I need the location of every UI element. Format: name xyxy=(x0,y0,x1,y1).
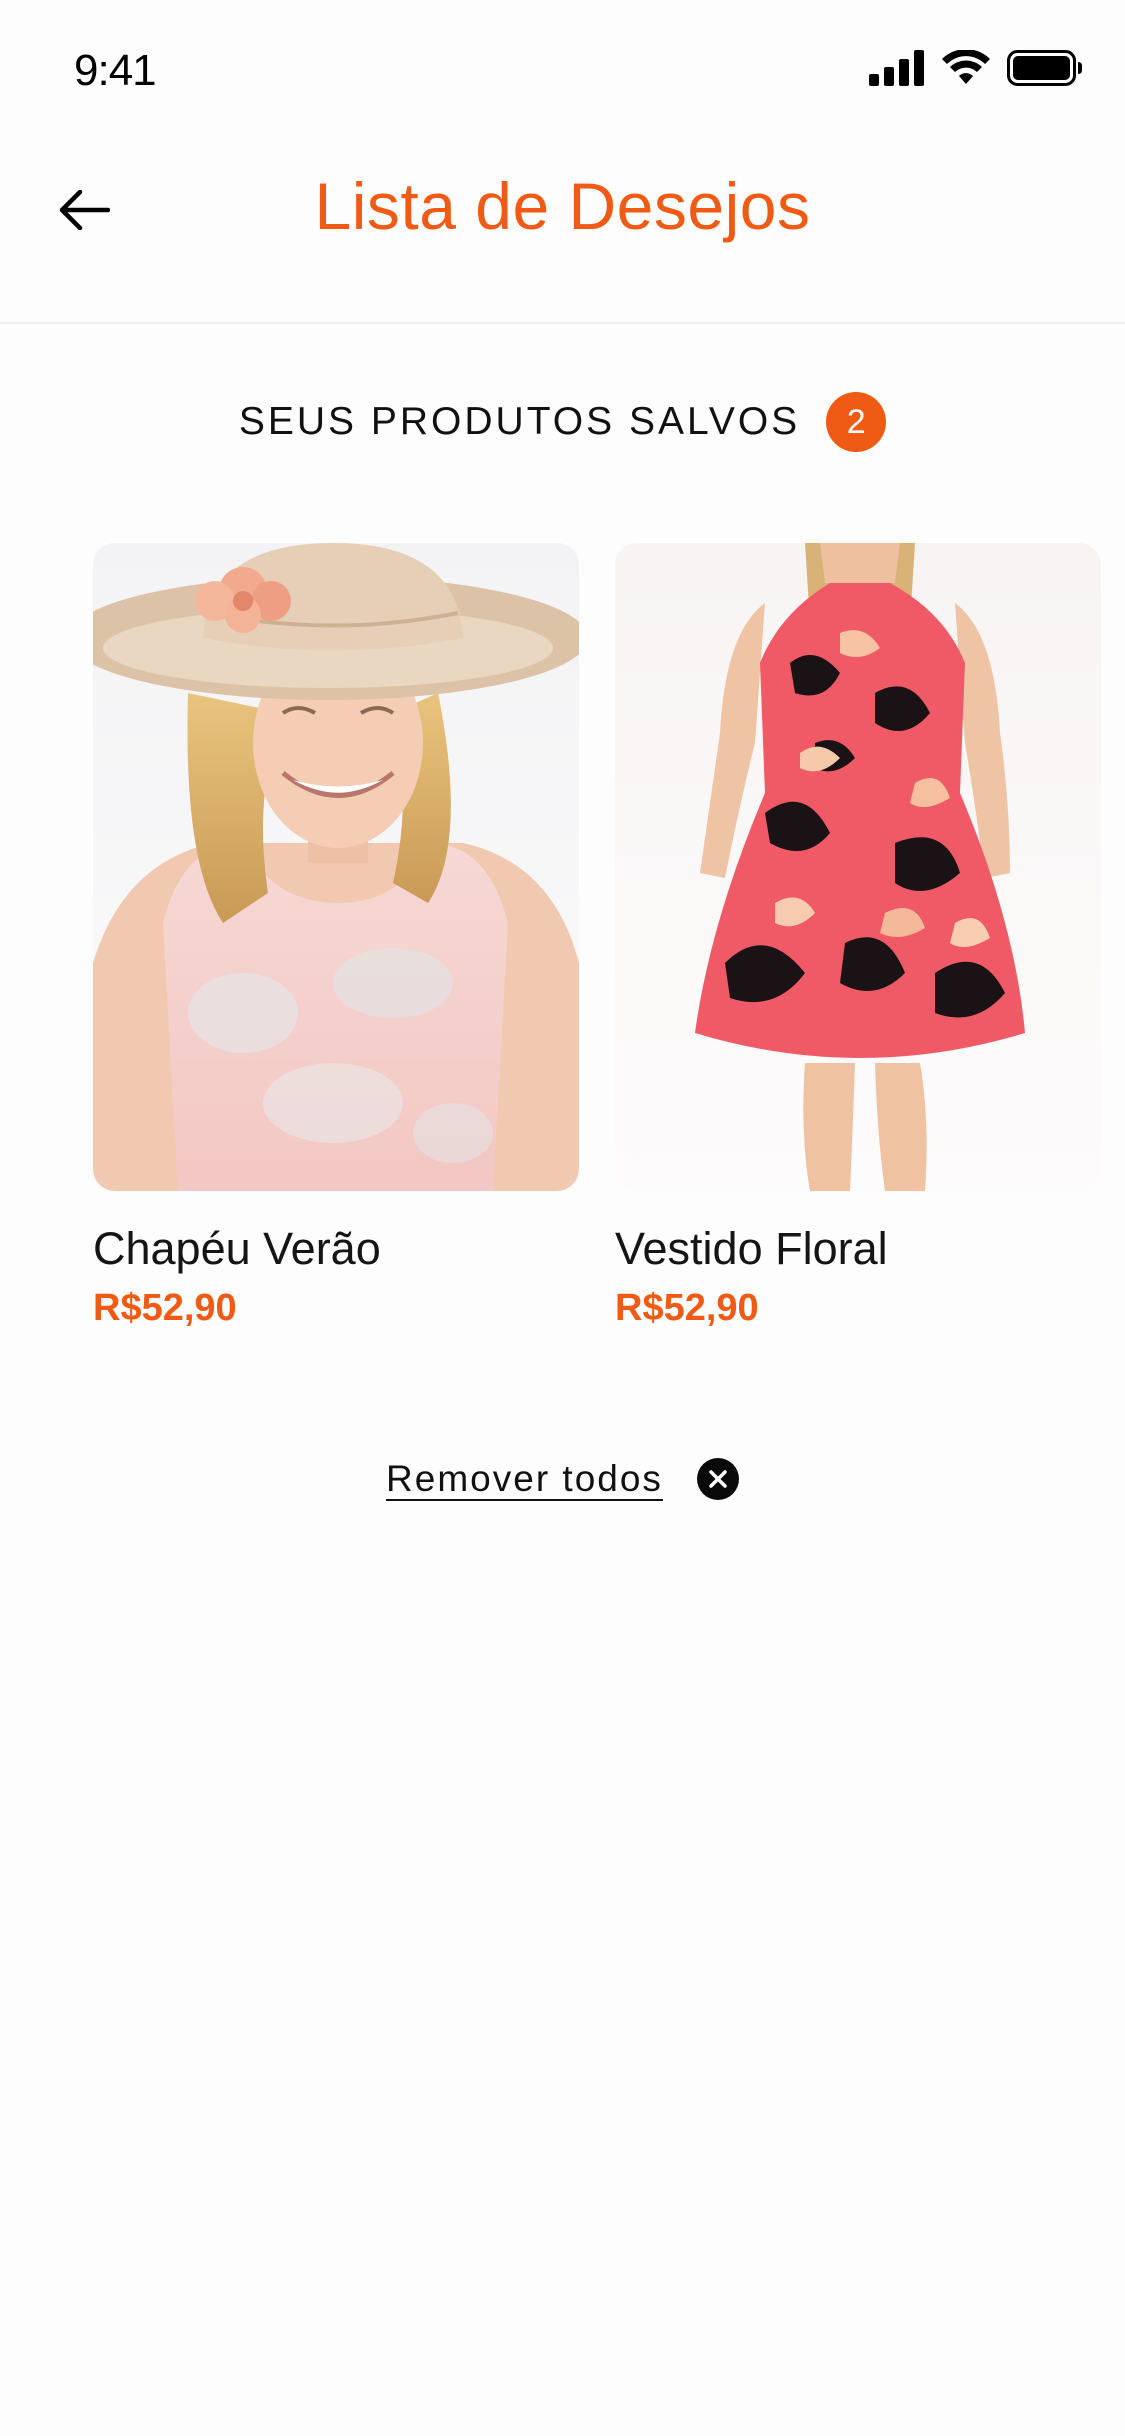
wishlist-screen: 9:41 Lista de Desejos SEUS PRODUTOS SALV… xyxy=(0,0,1125,2436)
product-price: R$52,90 xyxy=(93,1287,237,1329)
wifi-icon xyxy=(941,49,991,91)
product-price: R$52,90 xyxy=(615,1287,759,1329)
remove-all-row: Remover todos xyxy=(0,1458,1125,1500)
floral-dress-image[interactable] xyxy=(615,543,1101,1191)
product-list: Chapéu Verão R$52,90 Vestido Floral R$52… xyxy=(93,543,1101,1330)
hat-model-image[interactable] xyxy=(93,543,579,1191)
section-title: SEUS PRODUTOS SALVOS xyxy=(238,400,801,443)
remove-all-link[interactable]: Remover todos xyxy=(386,1458,663,1500)
close-circle-icon[interactable] xyxy=(696,1458,739,1500)
status-bar: 9:41 xyxy=(0,0,1125,132)
product-name: Chapéu Verão xyxy=(93,1223,381,1274)
status-icons xyxy=(869,49,1083,91)
count-badge: 2 xyxy=(826,392,887,452)
status-time: 9:41 xyxy=(74,46,157,95)
battery-icon xyxy=(1007,50,1083,91)
product-card[interactable]: Vestido Floral R$52,90 xyxy=(615,543,1101,1330)
header: Lista de Desejos xyxy=(0,132,1125,324)
product-name: Vestido Floral xyxy=(615,1223,888,1274)
page-title: Lista de Desejos xyxy=(314,169,811,243)
signal-icon xyxy=(869,50,925,91)
product-card[interactable]: Chapéu Verão R$52,90 xyxy=(93,543,579,1330)
saved-products-heading: SEUS PRODUTOS SALVOS 2 xyxy=(0,392,1125,452)
